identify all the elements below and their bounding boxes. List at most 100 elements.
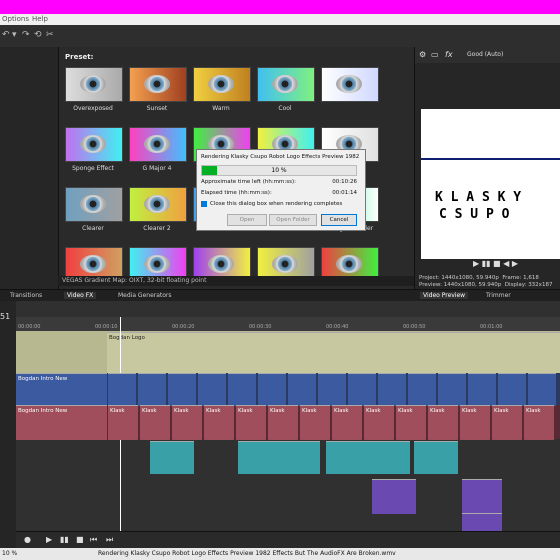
copy-icon[interactable]: ▭	[431, 50, 439, 59]
cut-icon[interactable]: ✂	[46, 30, 54, 40]
klasky-audio-clip[interactable]: Klask	[268, 405, 298, 440]
klasky-audio-clip[interactable]: Klask	[364, 405, 394, 440]
video-clip[interactable]	[378, 373, 406, 406]
tab-trimmer[interactable]: Trimmer	[486, 292, 511, 299]
klasky-audio-clip[interactable]: Klask	[524, 405, 554, 440]
timeline: 51 00:00:00 00:00:10 00:00:20 00:00:30 00:00…	[0, 301, 560, 548]
approx-time-label: Approximate time left (hh:mm:ss):	[201, 179, 296, 185]
preset-label: Clearer 2	[143, 225, 171, 232]
video-clip[interactable]	[318, 373, 346, 406]
eye-image	[80, 195, 106, 213]
clip-name: Klask	[206, 408, 221, 414]
preset-thumbnail[interactable]	[65, 127, 123, 162]
klasky-audio-clip[interactable]: Klask	[460, 405, 490, 440]
record-icon[interactable]: ●	[24, 535, 31, 544]
tab-video-preview[interactable]: Video Preview	[420, 292, 469, 299]
close-on-complete-checkbox[interactable]	[201, 201, 207, 207]
title-bar	[0, 0, 560, 14]
preview-transport-controls[interactable]: ▶ ▮▮ ■ ◀ ▶	[473, 259, 518, 268]
klasky-audio-clip[interactable]: Klask	[396, 405, 426, 440]
klasky-audio-clip[interactable]: Klask	[492, 405, 522, 440]
dialog-title: Rendering Klasky Csupo Robot Logo Effect…	[201, 154, 360, 160]
render-dialog: Rendering Klasky Csupo Robot Logo Effect…	[196, 149, 366, 231]
preset-thumbnail[interactable]	[129, 127, 187, 162]
video-clip[interactable]	[108, 373, 136, 406]
ruler-tick: 00:00:00	[18, 324, 41, 330]
frame-value: 1,618	[523, 275, 539, 281]
klasky-audio-clip[interactable]: Klask	[204, 405, 234, 440]
video-clip[interactable]	[258, 373, 286, 406]
menu-options[interactable]: Options	[2, 15, 29, 23]
video-clip[interactable]	[288, 373, 316, 406]
preset-thumbnail[interactable]	[65, 187, 123, 222]
intro-audio-clip[interactable]: Bogdan Intro New	[16, 405, 107, 440]
preset-thumbnail[interactable]	[193, 67, 251, 102]
cancel-button[interactable]: Cancel	[321, 214, 357, 226]
tab-transitions[interactable]: Transitions	[10, 292, 42, 299]
prev-icon[interactable]: ⏮	[90, 535, 97, 545]
intro-video-clip[interactable]: Bogdan Intro New	[16, 373, 107, 406]
fx-icon[interactable]: fx	[445, 50, 453, 59]
play-icon[interactable]: ▶	[46, 535, 52, 544]
klasky-audio-clip[interactable]: Klask	[428, 405, 458, 440]
klasky-audio-clip[interactable]: Klask	[236, 405, 266, 440]
pause-icon[interactable]: ▮▮	[60, 535, 69, 544]
purple-audio-clip[interactable]	[462, 479, 502, 514]
preset-thumbnail[interactable]	[65, 67, 123, 102]
video-clip[interactable]	[138, 373, 166, 406]
video-clip[interactable]	[408, 373, 436, 406]
redo-icon[interactable]: ↷	[22, 30, 30, 40]
preset-thumbnail[interactable]	[257, 67, 315, 102]
preview-label: Preview:	[419, 282, 442, 288]
video-clip[interactable]	[348, 373, 376, 406]
video-clip[interactable]	[168, 373, 196, 406]
preview-toolbar: ⚙ ▭ fx Good (Auto)	[415, 47, 560, 63]
video-clip[interactable]	[528, 373, 556, 406]
stop-icon[interactable]: ■	[76, 535, 84, 544]
undo-icon[interactable]: ↶	[2, 30, 10, 40]
preview-logo-bottom: C S U P O	[439, 207, 510, 222]
tab-video-fx[interactable]: Video FX	[64, 292, 97, 299]
teal-audio-clip[interactable]	[238, 441, 320, 474]
teal-audio-clip[interactable]	[150, 441, 194, 474]
teal-audio-clip[interactable]	[414, 441, 458, 474]
clip-name: Klask	[430, 408, 445, 414]
purple-audio-clip[interactable]	[462, 513, 502, 532]
tab-media-generators[interactable]: Media Generators	[118, 292, 172, 299]
clip-name: Klask	[174, 408, 189, 414]
video-clip[interactable]	[438, 373, 466, 406]
klasky-audio-clip[interactable]: Klask	[332, 405, 362, 440]
history-icon[interactable]: ⟲	[34, 30, 42, 40]
purple-audio-clip[interactable]	[372, 479, 416, 514]
display-label: Display:	[504, 282, 527, 288]
klasky-audio-clip[interactable]: Klask	[172, 405, 202, 440]
preset-thumbnail[interactable]	[321, 67, 379, 102]
eye-image	[208, 255, 234, 273]
eye-image	[336, 255, 362, 273]
preset-thumbnail[interactable]	[129, 67, 187, 102]
video-clip[interactable]	[198, 373, 226, 406]
open-button[interactable]: Open	[227, 214, 267, 226]
display-value: 332x187	[528, 282, 553, 288]
menu-help[interactable]: Help	[32, 15, 48, 23]
timeline-ruler[interactable]: 00:00:00 00:00:10 00:00:20 00:00:30 00:00:40…	[16, 317, 560, 332]
open-folder-button[interactable]: Open Folder	[269, 214, 317, 226]
eye-image	[144, 255, 170, 273]
preset-thumbnail[interactable]	[129, 187, 187, 222]
project-media-panel	[0, 47, 58, 289]
video-clip[interactable]	[498, 373, 526, 406]
video-clip[interactable]	[468, 373, 496, 406]
settings-icon[interactable]: ⚙	[419, 50, 426, 59]
render-progress-bar: 10 %	[201, 165, 357, 176]
video-clip[interactable]	[228, 373, 256, 406]
klasky-audio-clip[interactable]: Klask	[300, 405, 330, 440]
preview-logo-top: K L A S K Y	[435, 190, 522, 205]
klasky-audio-clip[interactable]: Klask	[108, 405, 138, 440]
klasky-audio-clip[interactable]: Klask	[140, 405, 170, 440]
dropdown-icon[interactable]: ▾	[12, 30, 17, 40]
bogdan-logo-clip[interactable]: Bogdan Logo	[107, 332, 560, 373]
preset-label: Sunset	[146, 105, 168, 112]
next-icon[interactable]: ⏭	[106, 535, 113, 545]
quality-select[interactable]: Good (Auto)	[467, 51, 503, 58]
teal-audio-clip[interactable]	[326, 441, 410, 474]
